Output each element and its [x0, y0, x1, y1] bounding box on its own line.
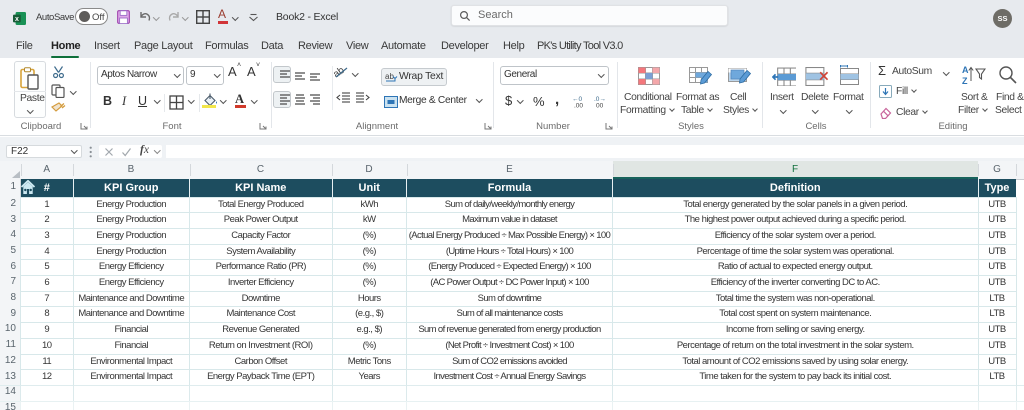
svg-text:.00: .00: [574, 103, 583, 109]
svg-text:A: A: [962, 65, 969, 75]
svg-text:Z: Z: [962, 76, 968, 86]
svg-text:x: x: [15, 16, 19, 23]
svg-text:00: 00: [596, 103, 604, 109]
